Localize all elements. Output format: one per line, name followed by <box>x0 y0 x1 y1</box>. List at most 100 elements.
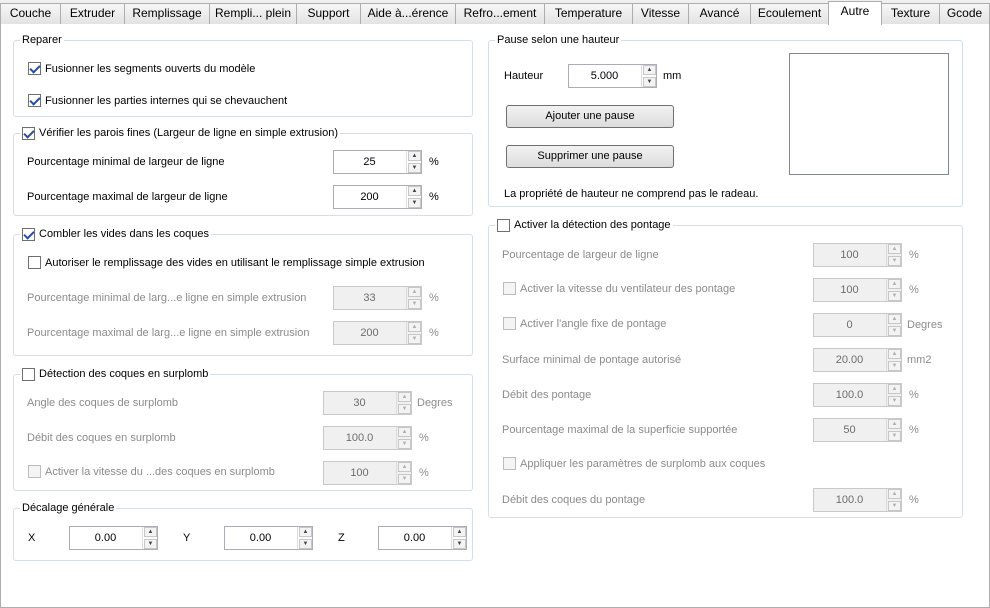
spinbox-value[interactable]: 100 <box>324 462 395 484</box>
spin-down-arrow-icon[interactable]: ▼ <box>888 396 901 406</box>
overhang-flow-spinbox[interactable]: 100.0 ▲ ▼ <box>323 426 412 450</box>
bridge-shell-flow-spinbox[interactable]: 100.0 ▲ ▼ <box>813 488 902 512</box>
spinbox-value[interactable]: 0.00 <box>379 527 450 549</box>
spin-up-arrow-icon[interactable]: ▲ <box>888 349 901 359</box>
bridge-angle-checkbox[interactable]: Activer l'angle fixe de pontage <box>503 317 666 330</box>
spin-down-arrow-icon[interactable]: ▼ <box>643 77 656 87</box>
checkbox-box[interactable] <box>22 367 35 381</box>
bridge-fan-checkbox[interactable]: Activer la vitesse du ventilateur des po… <box>503 282 735 295</box>
spin-up-arrow-icon[interactable]: ▲ <box>888 244 901 254</box>
tab-gcode[interactable]: Gcode <box>939 3 990 24</box>
spin-down-arrow-icon[interactable]: ▼ <box>888 291 901 301</box>
spin-up-arrow-icon[interactable]: ▲ <box>408 151 421 161</box>
spinbox-value[interactable]: 0.00 <box>70 527 141 549</box>
spin-down-arrow-icon[interactable]: ▼ <box>398 439 411 449</box>
spinbox-value[interactable]: 0 <box>814 314 885 336</box>
spinbox-value[interactable]: 50 <box>814 419 885 441</box>
bridge-area-spinbox[interactable]: 20.00 ▲ ▼ <box>813 348 902 372</box>
bridge-fan-spinbox[interactable]: 100 ▲ ▼ <box>813 278 902 302</box>
spin-down-arrow-icon[interactable]: ▼ <box>299 539 312 549</box>
bridge-support-spinbox[interactable]: 50 ▲ ▼ <box>813 418 902 442</box>
overhang-toggle[interactable]: Détection des coques en surplomb <box>20 367 211 381</box>
checkbox-box[interactable] <box>503 457 516 470</box>
spinbox-value[interactable]: 33 <box>334 287 405 309</box>
spin-up-arrow-icon[interactable]: ▲ <box>398 427 411 437</box>
checkbox-box[interactable] <box>22 227 35 241</box>
spin-down-arrow-icon[interactable]: ▼ <box>408 299 421 309</box>
spinbox-value[interactable]: 200 <box>334 322 405 344</box>
spinbox-value[interactable]: 100.0 <box>324 427 395 449</box>
checkbox-box[interactable] <box>28 94 41 107</box>
bridge-angle-spinbox[interactable]: 0 ▲ ▼ <box>813 313 902 337</box>
spin-up-arrow-icon[interactable]: ▲ <box>144 527 157 537</box>
checkbox-box[interactable] <box>503 317 516 330</box>
spin-up-arrow-icon[interactable]: ▲ <box>888 419 901 429</box>
tab-temperature[interactable]: Temperature <box>544 3 633 24</box>
spinbox-value[interactable]: 100.0 <box>814 384 885 406</box>
checkbox-box[interactable] <box>22 126 35 140</box>
tab-aide-adherence[interactable]: Aide à...érence <box>360 3 456 24</box>
tab-vitesse[interactable]: Vitesse <box>632 3 689 24</box>
spin-up-arrow-icon[interactable]: ▲ <box>888 489 901 499</box>
spin-down-arrow-icon[interactable]: ▼ <box>888 361 901 371</box>
spin-down-arrow-icon[interactable]: ▼ <box>408 198 421 208</box>
fill-gaps-min-spinbox[interactable]: 33 ▲ ▼ <box>333 286 422 310</box>
tab-remplissage-plein[interactable]: Rempli... plein <box>209 3 297 24</box>
overhang-fan-checkbox[interactable]: Activer la vitesse du ...des coques en s… <box>28 465 275 478</box>
spinbox-value[interactable]: 100 <box>814 244 885 266</box>
tab-autre[interactable]: Autre <box>828 1 882 25</box>
spinbox-value[interactable]: 25 <box>334 151 405 173</box>
remove-pause-button[interactable]: Supprimer une pause <box>506 145 674 168</box>
spin-up-arrow-icon[interactable]: ▲ <box>398 462 411 472</box>
checkbox-box[interactable] <box>28 62 41 75</box>
spin-up-arrow-icon[interactable]: ▲ <box>408 322 421 332</box>
bridge-flow-spinbox[interactable]: 100.0 ▲ ▼ <box>813 383 902 407</box>
checkbox-box[interactable] <box>28 256 41 269</box>
thin-walls-toggle[interactable]: Vérifier les parois fines (Largeur de li… <box>20 126 340 140</box>
spin-up-arrow-icon[interactable]: ▲ <box>398 392 411 402</box>
tab-remplissage[interactable]: Remplissage <box>124 3 210 24</box>
spin-down-arrow-icon[interactable]: ▼ <box>398 474 411 484</box>
tab-couche[interactable]: Couche <box>0 3 61 24</box>
spin-down-arrow-icon[interactable]: ▼ <box>408 334 421 344</box>
tab-avance[interactable]: Avancé <box>688 3 751 24</box>
spin-up-arrow-icon[interactable]: ▲ <box>643 65 656 75</box>
spinbox-value[interactable]: 200 <box>334 186 405 208</box>
spin-down-arrow-icon[interactable]: ▼ <box>888 256 901 266</box>
spin-up-arrow-icon[interactable]: ▲ <box>408 287 421 297</box>
tab-support[interactable]: Support <box>296 3 361 24</box>
spin-up-arrow-icon[interactable]: ▲ <box>888 279 901 289</box>
checkbox-box[interactable] <box>28 465 41 478</box>
spinbox-value[interactable]: 20.00 <box>814 349 885 371</box>
spinbox-value[interactable]: 100.0 <box>814 489 885 511</box>
bridge-apply-overhang-checkbox[interactable]: Appliquer les paramètres de surplomb aux… <box>503 457 765 470</box>
single-extrusion-fill-checkbox[interactable]: Autoriser le remplissage des vides en ut… <box>28 256 425 269</box>
spin-up-arrow-icon[interactable]: ▲ <box>453 527 466 537</box>
overhang-angle-spinbox[interactable]: 30 ▲ ▼ <box>323 391 412 415</box>
spin-up-arrow-icon[interactable]: ▲ <box>888 384 901 394</box>
spin-down-arrow-icon[interactable]: ▼ <box>453 539 466 549</box>
checkbox-box[interactable] <box>497 218 510 232</box>
spinbox-value[interactable]: 100 <box>814 279 885 301</box>
bridge-width-spinbox[interactable]: 100 ▲ ▼ <box>813 243 902 267</box>
spin-down-arrow-icon[interactable]: ▼ <box>398 404 411 414</box>
spinbox-value[interactable]: 5.000 <box>569 65 640 87</box>
spin-up-arrow-icon[interactable]: ▲ <box>299 527 312 537</box>
pause-height-spinbox[interactable]: 5.000 ▲ ▼ <box>568 64 657 88</box>
overhang-fan-spinbox[interactable]: 100 ▲ ▼ <box>323 461 412 485</box>
spin-down-arrow-icon[interactable]: ▼ <box>888 326 901 336</box>
fill-gaps-toggle[interactable]: Combler les vides dans les coques <box>20 227 211 241</box>
spin-up-arrow-icon[interactable]: ▲ <box>408 186 421 196</box>
spinbox-value[interactable]: 0.00 <box>225 527 296 549</box>
tab-extruder[interactable]: Extruder <box>60 3 125 24</box>
spin-up-arrow-icon[interactable]: ▲ <box>888 314 901 324</box>
spin-down-arrow-icon[interactable]: ▼ <box>144 539 157 549</box>
offset-x-spinbox[interactable]: 0.00 ▲ ▼ <box>69 526 158 550</box>
checkbox-box[interactable] <box>503 282 516 295</box>
merge-internal-parts-checkbox[interactable]: Fusionner les parties internes qui se ch… <box>28 94 287 107</box>
spin-down-arrow-icon[interactable]: ▼ <box>888 431 901 441</box>
tab-ecoulement[interactable]: Ecoulement <box>750 3 829 24</box>
tab-refroidissement[interactable]: Refro...ement <box>455 3 545 24</box>
spin-down-arrow-icon[interactable]: ▼ <box>888 501 901 511</box>
offset-y-spinbox[interactable]: 0.00 ▲ ▼ <box>224 526 313 550</box>
